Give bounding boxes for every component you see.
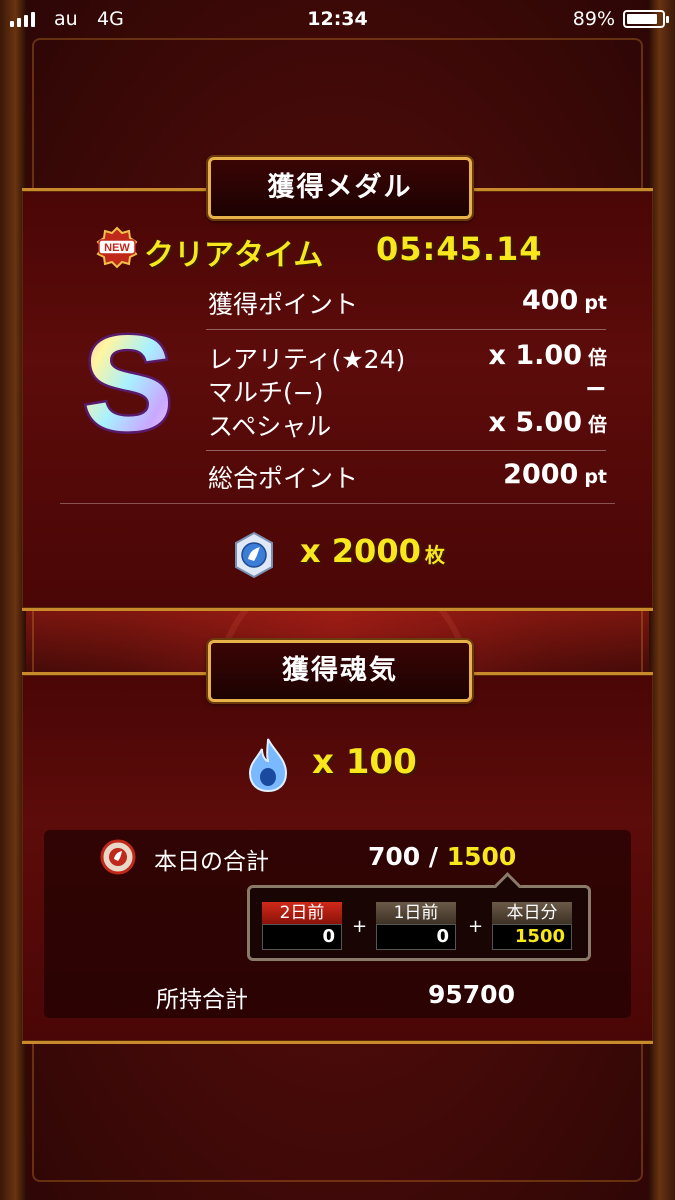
medal-count: x 2000 枚 [300,532,445,570]
soul-flame-icon [248,738,288,793]
total-points-value: 2000 pt [503,459,607,490]
breakdown-label: 1日前 [376,902,456,924]
medal-coin-icon [235,531,273,579]
breakdown-cell-2-days-ago: 2日前 0 [262,902,342,950]
owned-total-label: 所持合計 [156,987,248,1013]
special-value: x 5.00 倍 [488,407,607,438]
points-label: 獲得ポイント [208,290,359,319]
rarity-label: レアリティ(★24) [208,345,406,374]
breakdown-value: 0 [262,924,342,950]
medal-section-title: 獲得メダル [208,157,472,219]
rarity-value: x 1.00 倍 [488,340,607,371]
multi-value: − [584,373,607,404]
divider [60,503,615,504]
divider [206,450,606,451]
clear-time-value: 05:45.14 [376,230,543,268]
total-points-label: 総合ポイント [208,464,359,493]
multi-label: マルチ(−) [208,378,324,407]
points-value: 400 pt [521,285,607,316]
breakdown-cell-today: 本日分 1500 [492,902,572,950]
soul-count: x 100 [312,742,417,782]
clear-time-label: クリアタイム [144,238,324,273]
today-total-label: 本日の合計 [154,849,269,875]
soul-stamp-icon [100,839,136,875]
plus-sign: + [352,916,368,937]
today-total-value: 700 / 1500 [368,842,517,871]
special-label: スペシャル [208,412,332,441]
battery-percent: 89% [572,8,615,30]
owned-total-value: 95700 [428,980,515,1009]
breakdown-label: 2日前 [262,902,342,924]
rank-s-icon: S [80,318,176,448]
breakdown-value: 1500 [492,924,572,950]
new-badge-icon: NEW [96,226,138,269]
plus-sign: + [468,916,484,937]
breakdown-value: 0 [376,924,456,950]
divider [206,329,606,330]
svg-text:NEW: NEW [104,242,130,254]
battery-fill [627,14,658,24]
status-bar: au 4G 12:34 89% [0,0,675,38]
soul-section-title: 獲得魂気 [208,640,472,702]
daily-breakdown: 2日前 0 + 1日前 0 + 本日分 1500 [247,885,591,961]
battery-icon [623,10,669,28]
breakdown-label: 本日分 [492,902,572,924]
svg-text:S: S [83,318,174,448]
breakdown-cell-1-day-ago: 1日前 0 [376,902,456,950]
